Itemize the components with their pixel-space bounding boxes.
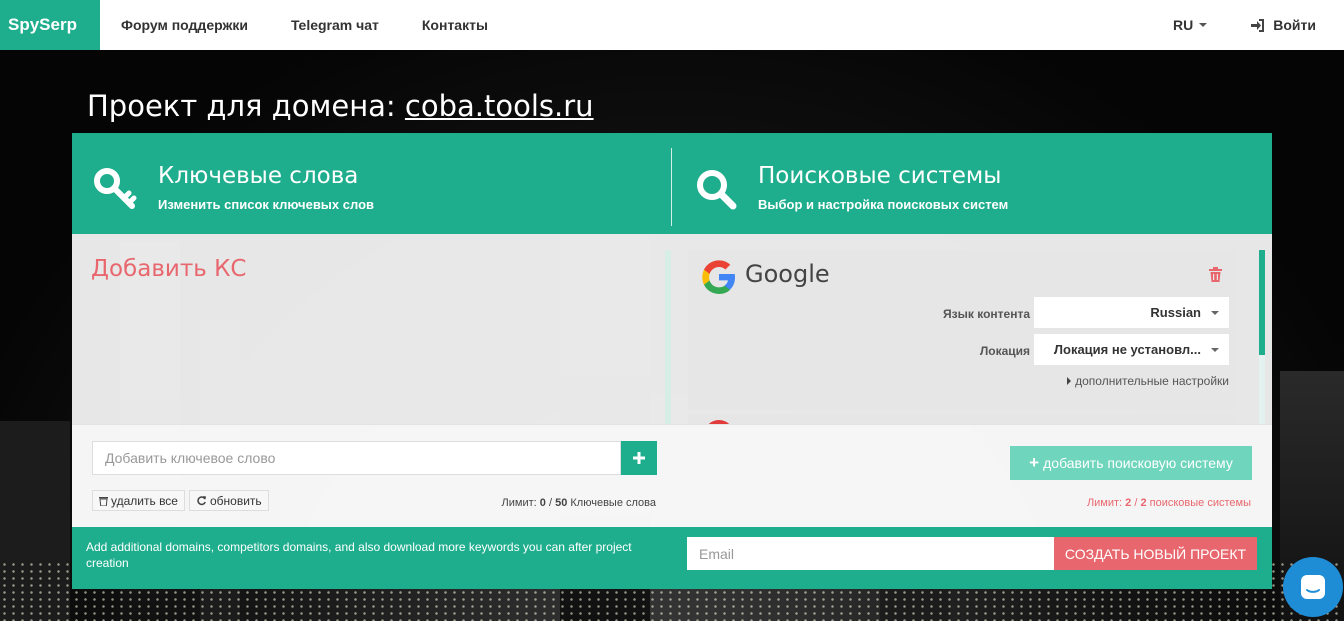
keywords-limit-label: Лимит: [501, 497, 537, 509]
advanced-settings-link[interactable]: дополнительные настройки [1067, 374, 1229, 388]
advanced-settings-label: дополнительные настройки [1075, 374, 1229, 388]
search-engines-subtitle: Выбор и настройка поисковых систем [758, 197, 1009, 212]
search-engines-limit: Лимит: 2 / 2 поисковые системы [1086, 497, 1251, 509]
card-header: Ключевые слова Изменить список ключевых … [72, 133, 1272, 234]
refresh-button[interactable]: обновить [189, 490, 269, 511]
keywords-subtitle: Изменить список ключевых слов [158, 197, 374, 212]
trash-icon[interactable] [1209, 267, 1222, 282]
nav-link-telegram[interactable]: Telegram чат [291, 17, 379, 33]
nav-link-forum[interactable]: Форум поддержки [121, 17, 248, 33]
language-label: RU [1173, 17, 1194, 33]
plus-icon: + [1029, 453, 1040, 472]
engine-list: Google Язык контента Russian Локация Лок… [688, 250, 1236, 424]
chat-widget-button[interactable] [1283, 557, 1343, 617]
create-project-bar: Add additional domains, competitors doma… [72, 527, 1272, 589]
engine-card-second [688, 414, 1236, 424]
language-dropdown[interactable]: RU [1173, 17, 1208, 33]
search-engines-limit-used: 2 [1125, 497, 1132, 509]
add-search-engine-button[interactable]: + добавить поисковую систему [1010, 446, 1252, 480]
nav-link-contacts[interactable]: Контакты [422, 17, 488, 33]
add-search-engine-label: добавить поисковую систему [1043, 455, 1233, 471]
keywords-limit-used: 0 [539, 497, 546, 509]
card-body: Добавить КС Google Язык контента Russian… [72, 234, 1272, 424]
domain-link[interactable]: coba.tools.ru [405, 89, 594, 123]
search-icon [697, 170, 737, 210]
keywords-limit-total: 50 [555, 497, 568, 509]
keywords-limit-unit: Ключевые слова [570, 497, 656, 509]
google-logo-icon [702, 260, 735, 294]
search-engines-title: Поисковые системы [758, 163, 1002, 189]
promo-text: Add additional domains, competitors doma… [86, 540, 632, 570]
engine-list-scroll-thumb[interactable] [1259, 250, 1265, 355]
search-engines-tab[interactable]: Поисковые системы Выбор и настройка поис… [672, 133, 1272, 234]
panel-separator [665, 250, 671, 424]
project-card: Ключевые слова Изменить список ключевых … [72, 133, 1272, 589]
create-project-button[interactable]: СОЗДАТЬ НОВЫЙ ПРОЕКТ [1054, 537, 1257, 570]
add-keyword-button[interactable] [621, 441, 657, 475]
refresh-icon [197, 496, 206, 506]
chevron-down-icon [1211, 311, 1219, 315]
location-select[interactable]: Локация не установл... [1034, 334, 1229, 365]
page-title: Проект для домена: coba.tools.ru [87, 89, 594, 123]
delete-all-button[interactable]: удалить все [92, 490, 185, 511]
chevron-down-icon [1211, 348, 1219, 352]
login-label: Войти [1273, 17, 1316, 33]
location-value: Локация не установл... [1053, 342, 1201, 357]
brand-logo[interactable]: SpySerp [0, 0, 100, 50]
chevron-down-icon [1199, 23, 1208, 27]
engine-name: Google [745, 260, 830, 288]
add-keywords-heading: Добавить КС [91, 256, 247, 282]
keywords-tab[interactable]: Ключевые слова Изменить список ключевых … [72, 133, 672, 234]
location-label: Локация [979, 344, 1030, 358]
plus-icon [633, 452, 645, 464]
search-engines-limit-total: 2 [1140, 497, 1147, 509]
email-field[interactable] [687, 537, 1055, 570]
page-title-prefix: Проект для домена: [87, 89, 396, 123]
top-navbar: SpySerp Форум поддержки Telegram чат Кон… [0, 0, 1344, 50]
card-controls: удалить все обновить Лимит: 0 / 50 Ключе… [72, 424, 1272, 527]
sign-in-icon [1251, 18, 1265, 32]
refresh-label: обновить [210, 493, 262, 508]
chat-icon [1301, 575, 1325, 599]
caret-right-icon [1067, 377, 1072, 385]
keywords-title: Ключевые слова [158, 163, 359, 189]
content-language-label: Язык контента [943, 307, 1030, 321]
content-language-value: Russian [1150, 305, 1201, 320]
search-engines-limit-label: Лимит: [1086, 497, 1123, 509]
engine-card-google: Google Язык контента Russian Локация Лок… [688, 250, 1236, 410]
delete-all-label: удалить все [111, 493, 178, 508]
keywords-limit: Лимит: 0 / 50 Ключевые слова [501, 497, 656, 509]
header-divider [671, 148, 672, 226]
login-button[interactable]: Войти [1251, 17, 1316, 33]
key-icon [94, 168, 137, 209]
search-engines-limit-unit: поисковые системы [1149, 497, 1251, 509]
content-language-select[interactable]: Russian [1034, 297, 1229, 328]
keyword-input[interactable] [92, 441, 621, 475]
trash-icon [99, 496, 108, 506]
